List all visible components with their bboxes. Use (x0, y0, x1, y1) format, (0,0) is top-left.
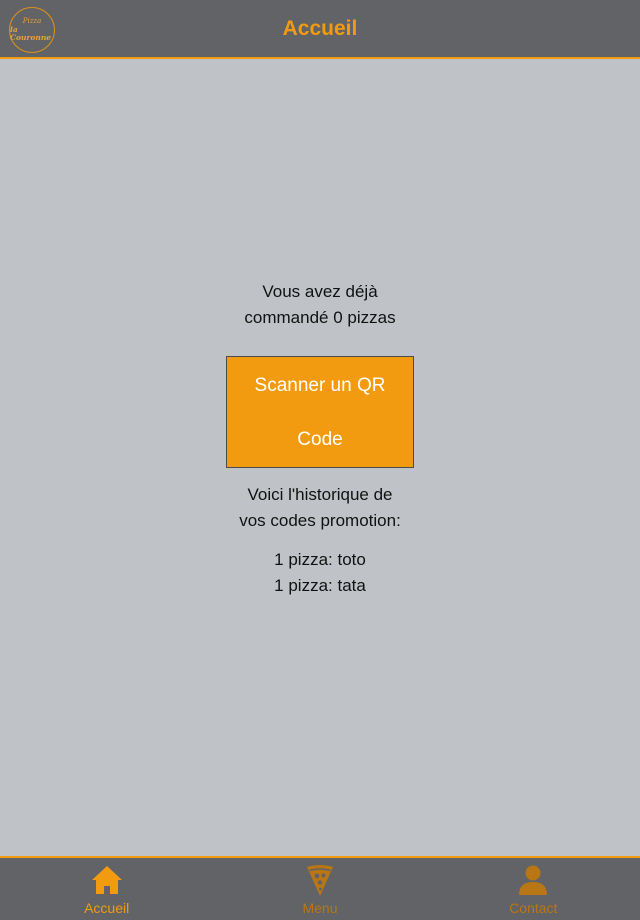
tab-contact[interactable]: Contact (427, 858, 640, 920)
pizza-count-text: Vous avez déjà commandé 0 pizzas (170, 279, 470, 331)
home-icon (91, 866, 122, 894)
pizza-slice-icon (306, 865, 333, 896)
promo-history-title-line2: vos codes promotion: (239, 511, 401, 530)
home-content: Vous avez déjà commandé 0 pizzas Scanner… (0, 61, 640, 856)
top-navigation-bar: Pizza la Couronne Accueil (0, 0, 640, 59)
promo-history-item: 1 pizza: toto (274, 550, 366, 569)
promo-history-item: 1 pizza: tata (274, 576, 366, 595)
scan-button-label-line2: Code (297, 429, 343, 450)
scan-qr-code-button[interactable]: Scanner un QR Code (226, 356, 414, 468)
pizza-count-line1: Vous avez déjà (262, 282, 378, 301)
tab-menu[interactable]: Menu (213, 858, 426, 920)
tab-accueil-label: Accueil (84, 900, 130, 916)
tab-accueil[interactable]: Accueil (0, 858, 213, 920)
pizza-count-line2: commandé 0 pizzas (244, 308, 396, 327)
promo-history-title: Voici l'historique de vos codes promotio… (170, 482, 470, 534)
scan-button-label-line1: Scanner un QR (254, 375, 386, 396)
page-title: Accueil (282, 17, 358, 40)
promo-history-title-line1: Voici l'historique de (247, 485, 393, 504)
tab-menu-label: Menu (302, 900, 338, 916)
promo-history-list: 1 pizza: toto 1 pizza: tata (170, 547, 470, 599)
tab-contact-label: Contact (509, 900, 558, 916)
bottom-tab-bar: Accueil Menu Contact (0, 856, 640, 920)
person-icon (519, 865, 548, 895)
